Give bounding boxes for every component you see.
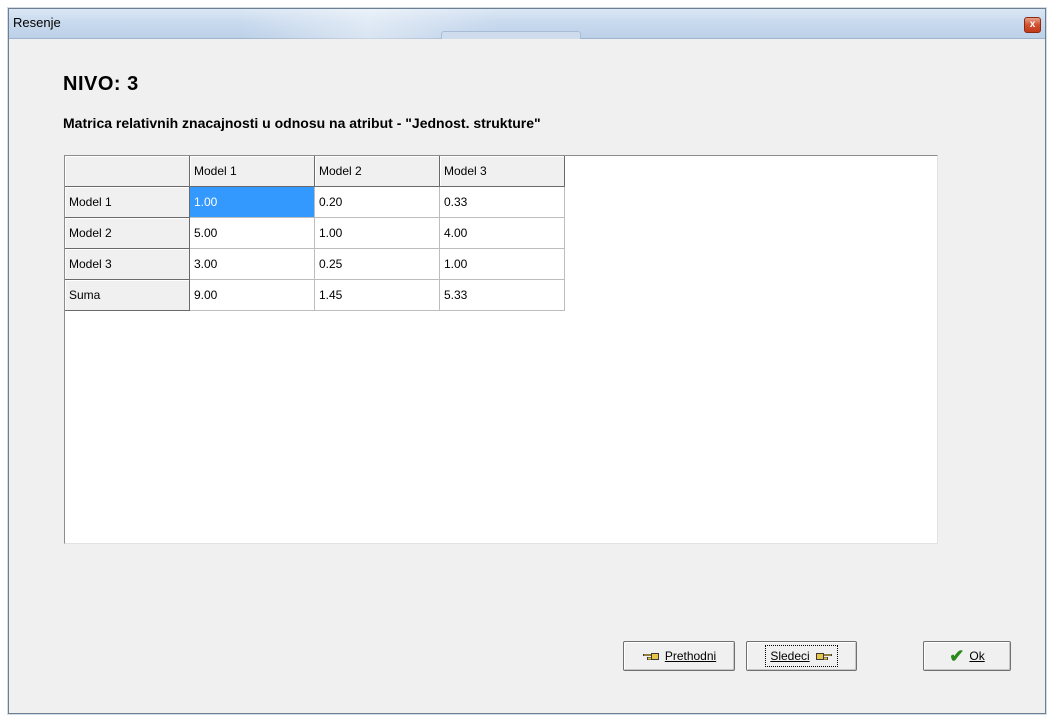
grid-cell-selected[interactable]: 1.00 (190, 187, 315, 218)
table-row: Suma 9.00 1.45 5.33 (65, 280, 565, 311)
grid-cell[interactable]: 1.45 (315, 280, 440, 311)
matrix-description: Matrica relativnih znacajnosti u odnosu … (63, 115, 541, 131)
hand-right-icon (815, 653, 832, 660)
column-header[interactable]: Model 3 (440, 156, 565, 187)
hand-left-icon (642, 653, 659, 660)
prev-button[interactable]: Prethodni (623, 641, 735, 671)
grid-cell[interactable]: 1.00 (315, 218, 440, 249)
row-header[interactable]: Model 1 (65, 187, 190, 218)
row-header[interactable]: Model 3 (65, 249, 190, 280)
ok-button[interactable]: ✔ Ok (923, 641, 1011, 671)
column-header[interactable]: Model 1 (190, 156, 315, 187)
column-header[interactable]: Model 2 (315, 156, 440, 187)
grid-cell[interactable]: 4.00 (440, 218, 565, 249)
grid-cell[interactable]: 5.33 (440, 280, 565, 311)
table-row: Model 2 5.00 1.00 4.00 (65, 218, 565, 249)
grid-cell[interactable]: 0.20 (315, 187, 440, 218)
next-button[interactable]: Sledeci (746, 641, 857, 671)
grid-cell[interactable]: 0.25 (315, 249, 440, 280)
table-row: Model 1 1.00 0.20 0.33 (65, 187, 565, 218)
grid-cell[interactable]: 1.00 (440, 249, 565, 280)
checkmark-icon: ✔ (949, 646, 965, 666)
ok-button-label: Ok (969, 649, 985, 663)
close-icon[interactable]: x (1024, 17, 1041, 33)
window-title: Resenje (13, 15, 61, 30)
dialog-window: Resenje x NIVO: 3 Matrica relativnih zna… (8, 8, 1046, 714)
comparison-grid[interactable]: Model 1 Model 2 Model 3 Model 1 1.00 0.2… (64, 155, 938, 544)
next-button-focus: Sledeci (765, 645, 838, 667)
grid-cell[interactable]: 5.00 (190, 218, 315, 249)
title-bar-tab-shape (441, 31, 581, 39)
row-header[interactable]: Model 2 (65, 218, 190, 249)
grid-cell[interactable]: 9.00 (190, 280, 315, 311)
level-heading: NIVO: 3 (63, 73, 139, 95)
row-header[interactable]: Suma (65, 280, 190, 311)
prev-button-label: Prethodni (664, 649, 717, 663)
title-bar[interactable]: Resenje x (9, 9, 1045, 39)
next-button-label: Sledeci (770, 649, 810, 663)
corner-cell (65, 156, 190, 187)
grid-cell[interactable]: 3.00 (190, 249, 315, 280)
table-row: Model 3 3.00 0.25 1.00 (65, 249, 565, 280)
header-row: Model 1 Model 2 Model 3 (65, 156, 565, 187)
grid-cell[interactable]: 0.33 (440, 187, 565, 218)
